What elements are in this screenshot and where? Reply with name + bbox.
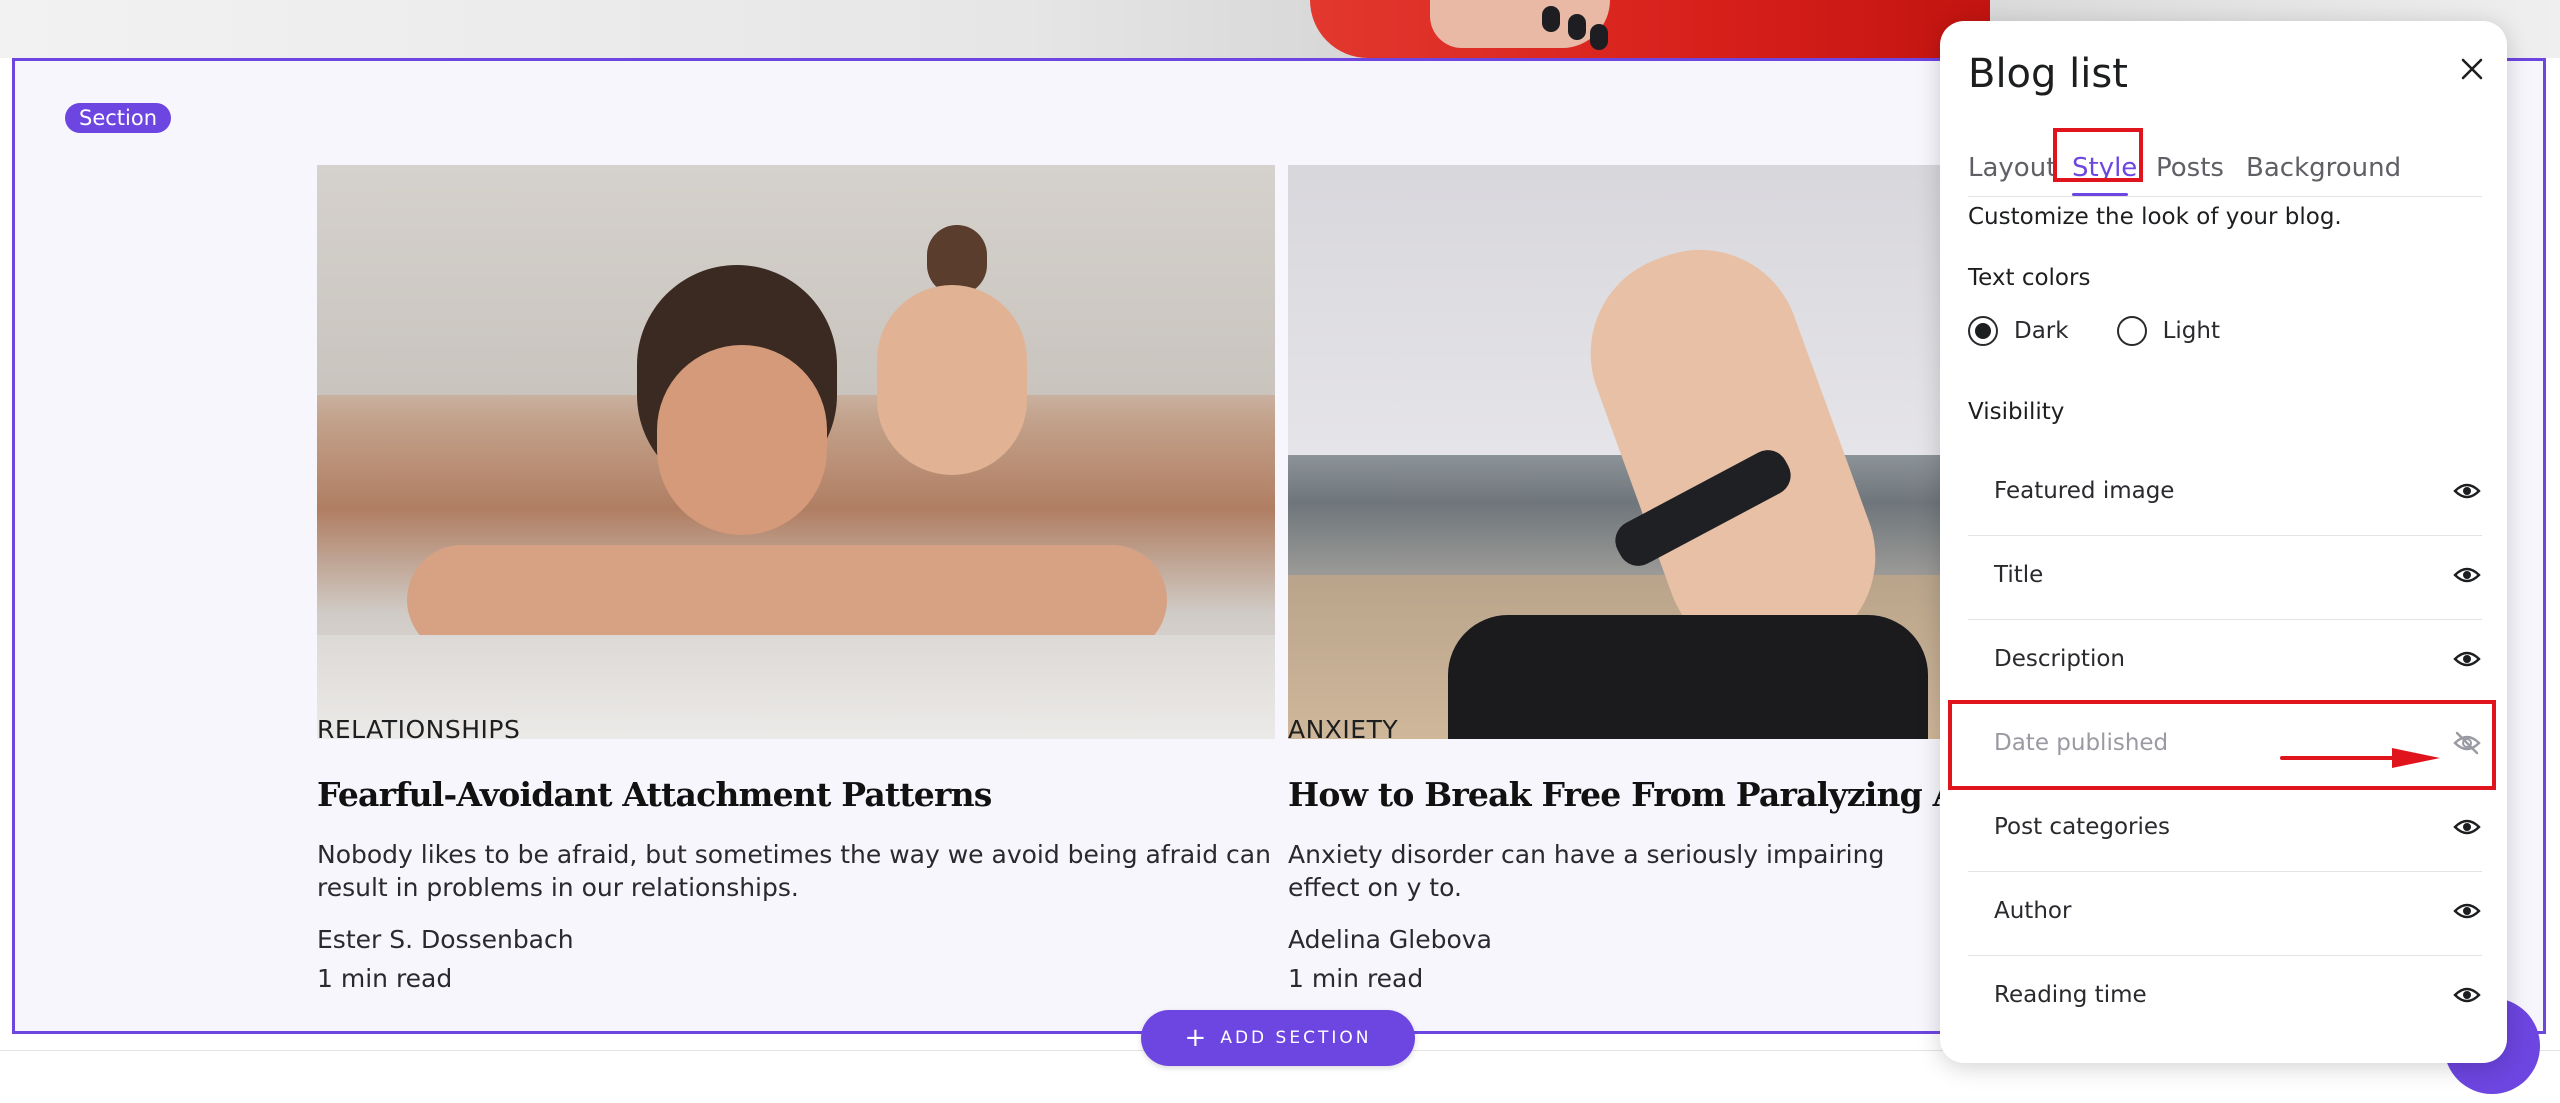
post-read-time: 1 min read <box>317 964 453 993</box>
close-icon <box>2461 58 2483 80</box>
blog-list-settings-panel: Blog list Layout Style Posts Background … <box>1940 21 2507 1063</box>
nail-shape <box>1542 6 1560 32</box>
tab-background[interactable]: Background <box>2246 153 2401 183</box>
nail-shape <box>1568 14 1586 40</box>
text-colors-options: Dark Light <box>1968 311 2220 351</box>
image-face <box>657 345 827 535</box>
eye-icon[interactable] <box>2453 898 2481 924</box>
add-section-label: ADD SECTION <box>1220 1028 1372 1048</box>
visibility-row-post-categories[interactable]: Post categories <box>1968 788 2482 872</box>
visibility-row-label: Author <box>1994 898 2072 924</box>
tab-layout[interactable]: Layout <box>1968 153 2056 183</box>
visibility-row-label: Reading time <box>1994 982 2147 1008</box>
plus-icon: + <box>1184 1023 1207 1053</box>
arrow-annotation-icon <box>2280 748 2440 768</box>
visibility-row-featured-image[interactable]: Featured image <box>1968 452 2482 536</box>
radio-dark[interactable] <box>1968 316 1998 346</box>
hero-hand <box>1430 0 1610 50</box>
visibility-row-author[interactable]: Author <box>1968 872 2482 956</box>
visibility-row-description[interactable]: Description <box>1968 620 2482 704</box>
post-read-time: 1 min read <box>1288 964 1424 993</box>
post-description: Anxiety disorder can have a seriously im… <box>1288 840 1885 902</box>
radio-light-label[interactable]: Light <box>2163 318 2220 344</box>
eye-icon[interactable] <box>2453 562 2481 588</box>
panel-intro: Customize the look of your blog. <box>1968 204 2342 230</box>
nail-shape <box>1590 24 1608 50</box>
visibility-row-label: Post categories <box>1994 814 2170 840</box>
radio-selected-dot <box>1975 323 1991 339</box>
visibility-row-reading-time[interactable]: Reading time <box>1968 956 2482 1040</box>
tab-posts[interactable]: Posts <box>2156 153 2224 183</box>
active-tab-indicator <box>2072 193 2128 196</box>
post-category[interactable]: ANXIETY <box>1288 715 1398 744</box>
image-sleeve <box>1448 615 1928 739</box>
close-button[interactable] <box>2452 49 2492 89</box>
text-colors-label: Text colors <box>1968 265 2091 291</box>
post-author: Ester S. Dossenbach <box>317 925 574 954</box>
style-tab-highlight <box>2053 128 2143 182</box>
visibility-row-title[interactable]: Title <box>1968 536 2482 620</box>
post-category[interactable]: RELATIONSHIPS <box>317 715 520 744</box>
panel-title: Blog list <box>1968 51 2128 97</box>
post-author: Adelina Glebova <box>1288 925 1492 954</box>
section-badge: Section <box>65 103 172 133</box>
image-face <box>877 285 1027 475</box>
radio-dark-label[interactable]: Dark <box>2014 318 2069 344</box>
post-featured-image[interactable] <box>317 165 1275 739</box>
post-description: Nobody likes to be afraid, but sometimes… <box>317 840 1271 902</box>
visibility-row-label: Title <box>1994 562 2044 588</box>
panel-tabs: Layout Style Posts Background <box>1968 136 2482 197</box>
post-title[interactable]: Fearful-Avoidant Attachment Patterns <box>317 775 992 814</box>
add-section-button[interactable]: + ADD SECTION <box>1141 1010 1415 1066</box>
visibility-row-label: Featured image <box>1994 478 2175 504</box>
eye-icon[interactable] <box>2453 982 2481 1008</box>
hero-red-garment <box>1310 0 1990 58</box>
visibility-label: Visibility <box>1968 399 2065 425</box>
radio-light[interactable] <box>2116 316 2147 346</box>
eye-icon[interactable] <box>2453 646 2481 672</box>
visibility-row-label: Description <box>1994 646 2125 672</box>
eye-icon[interactable] <box>2453 814 2481 840</box>
eye-icon[interactable] <box>2453 478 2481 504</box>
